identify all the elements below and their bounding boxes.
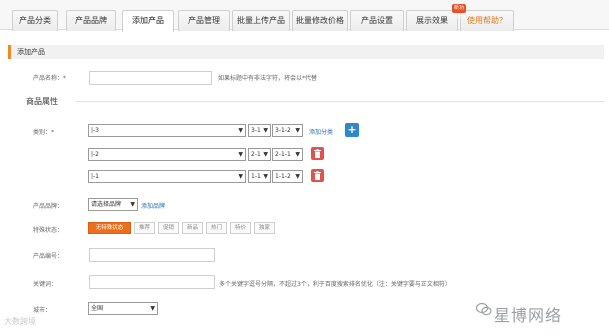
tab-display-effect[interactable]: 展示效果 bbox=[406, 10, 458, 31]
tab-help[interactable]: 使用帮助？ bbox=[460, 10, 514, 31]
product-name-input[interactable] bbox=[89, 71, 212, 85]
delete-category-button[interactable] bbox=[311, 147, 324, 160]
category-select-sub1[interactable]: 3-1 ▼ bbox=[248, 124, 271, 137]
chevron-down-icon: ▼ bbox=[263, 173, 268, 180]
tab-product-settings[interactable]: 产品设置 bbox=[350, 10, 404, 31]
attributes-title: 商品属性 bbox=[26, 97, 58, 106]
tab-product-manage[interactable]: 产品管理 bbox=[178, 10, 230, 31]
trash-icon bbox=[314, 149, 321, 158]
chevron-down-icon: ▼ bbox=[238, 151, 243, 158]
delete-category-button[interactable] bbox=[311, 169, 324, 182]
category-select-sub2[interactable]: 1-1-2 ▼ bbox=[272, 170, 303, 183]
category-select-sub2[interactable]: 2-1-1 ▼ bbox=[272, 148, 303, 161]
category-select-main[interactable]: |-3 ▼ bbox=[88, 124, 246, 137]
city-select[interactable]: 全国 ▼ bbox=[88, 302, 158, 315]
watermark-right: 星博网络 bbox=[494, 306, 563, 325]
section-title: 添加产品 bbox=[8, 45, 604, 59]
divider bbox=[76, 101, 604, 102]
product-name-hint: 如果标题中有非法字符，将会以*代替 bbox=[218, 75, 318, 82]
chevron-down-icon: ▼ bbox=[263, 127, 268, 134]
keywords-label: 关键词： bbox=[33, 281, 58, 288]
status-tag-hot[interactable]: 热门 bbox=[206, 222, 227, 234]
brand-select[interactable]: 请选择品牌 ▼ bbox=[88, 198, 138, 211]
add-category-link[interactable]: 添加分类 bbox=[309, 127, 333, 136]
wechat-icon bbox=[476, 303, 492, 316]
chevron-down-icon: ▼ bbox=[130, 201, 135, 208]
status-tag-new[interactable]: 新品 bbox=[182, 222, 203, 234]
chevron-down-icon: ▼ bbox=[295, 151, 300, 158]
add-brand-link[interactable]: 添加品牌 bbox=[141, 201, 165, 210]
chevron-down-icon: ▼ bbox=[238, 173, 243, 180]
new-feature-badge: 新功能 bbox=[452, 4, 466, 20]
category-label: 类别：* bbox=[33, 129, 55, 136]
category-select-main[interactable]: |-2 ▼ bbox=[88, 148, 246, 161]
product-code-label: 产品编号： bbox=[33, 253, 64, 260]
tab-product-brand[interactable]: 产品品牌 bbox=[66, 10, 116, 31]
keywords-hint: 多个关键字逗号分隔，不超过3个，利于百度搜索排名优化（注：关键字要与正文相符） bbox=[219, 281, 451, 288]
chevron-down-icon: ▼ bbox=[150, 305, 155, 312]
trash-icon bbox=[314, 171, 321, 180]
status-tag-exclusive[interactable]: 独家 bbox=[254, 222, 275, 234]
status-tag-recommend[interactable]: 推荐 bbox=[134, 222, 155, 234]
tab-batch-upload[interactable]: 批量上传产品 bbox=[232, 10, 290, 31]
tab-add-product[interactable]: 添加产品 bbox=[122, 10, 174, 32]
chevron-down-icon: ▼ bbox=[238, 127, 243, 134]
special-status-label: 特殊状态： bbox=[33, 227, 64, 234]
status-tag-none[interactable]: 无特殊状态 bbox=[88, 222, 131, 234]
add-category-button[interactable]: + bbox=[345, 123, 359, 137]
watermark-left: 大数跨境 bbox=[4, 317, 36, 326]
product-name-label: 产品名称：* bbox=[33, 75, 67, 82]
brand-label: 产品品牌： bbox=[33, 203, 64, 210]
tab-bar: 产品分类 产品品牌 添加产品 产品管理 批量上传产品 批量修改价格 产品设置 展… bbox=[0, 0, 609, 32]
category-select-sub1[interactable]: 1-1 ▼ bbox=[248, 170, 271, 183]
status-tag-promo[interactable]: 促销 bbox=[158, 222, 179, 234]
product-code-input[interactable] bbox=[89, 248, 215, 262]
city-label: 城市： bbox=[33, 307, 52, 314]
chevron-down-icon: ▼ bbox=[295, 127, 300, 134]
plus-icon: + bbox=[347, 123, 357, 136]
category-select-main[interactable]: |-1 ▼ bbox=[88, 170, 246, 183]
tab-product-category[interactable]: 产品分类 bbox=[12, 10, 58, 31]
status-tag-special-price[interactable]: 特价 bbox=[230, 222, 251, 234]
category-select-sub2[interactable]: 3-1-2 ▼ bbox=[272, 124, 303, 137]
tab-batch-price[interactable]: 批量修改价格 bbox=[292, 10, 348, 31]
category-select-sub1[interactable]: 2-1 ▼ bbox=[248, 148, 271, 161]
chevron-down-icon: ▼ bbox=[263, 151, 268, 158]
keywords-input[interactable] bbox=[89, 275, 215, 289]
chevron-down-icon: ▼ bbox=[295, 173, 300, 180]
